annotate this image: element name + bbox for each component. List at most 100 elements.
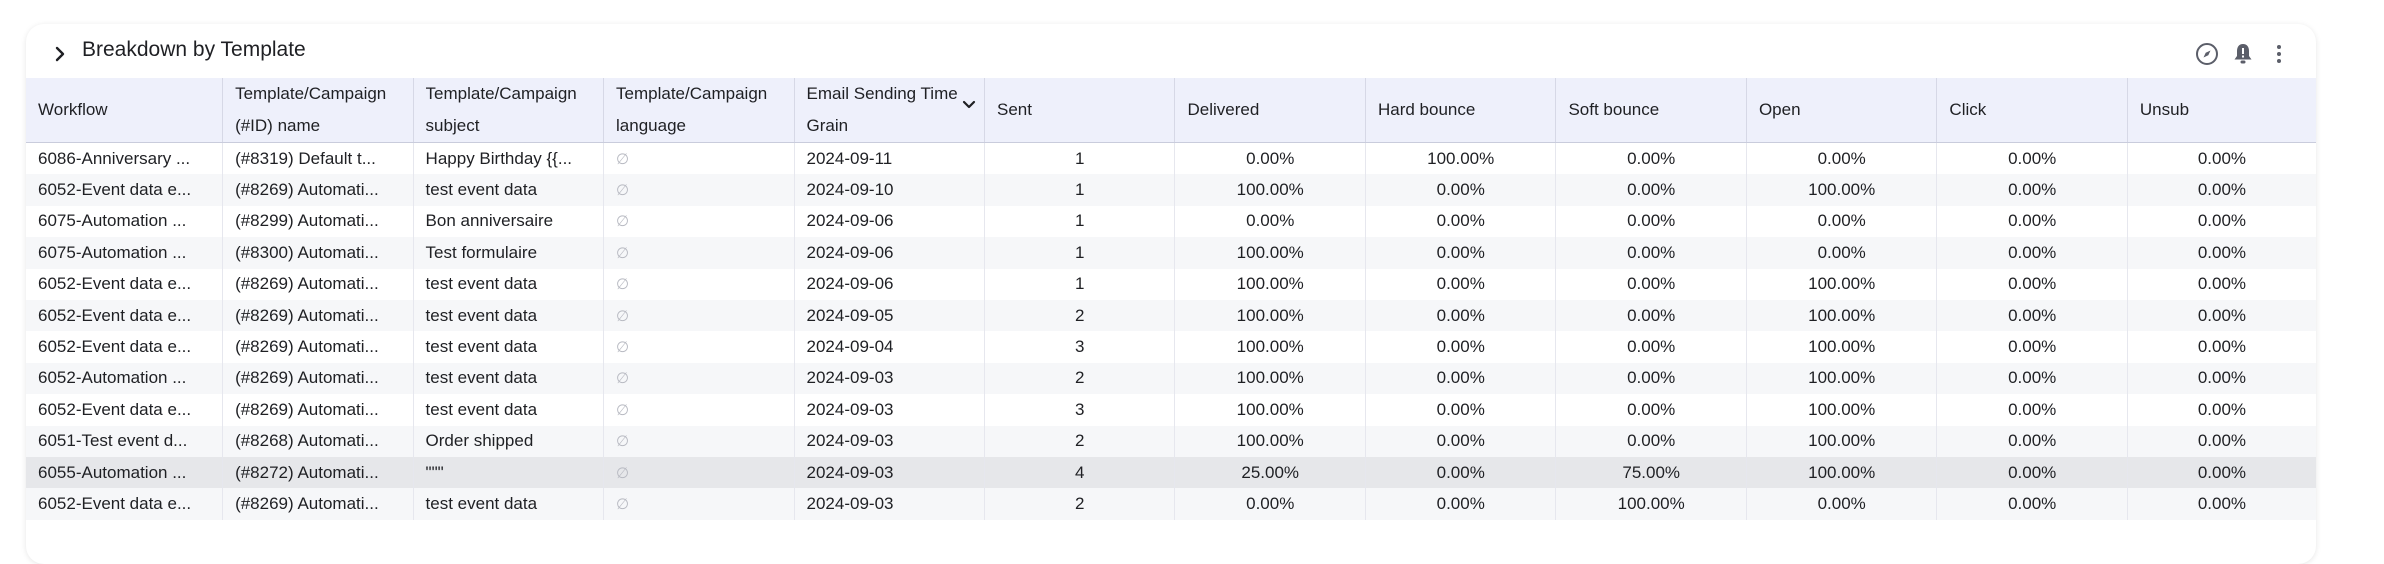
cell-delivered: 100.00% [1174, 331, 1366, 363]
cell-workflow: 6052-Event data e... [26, 331, 224, 363]
column-header-label: Hard bounce [1377, 100, 1476, 119]
panel-title: Breakdown by Template [82, 38, 306, 61]
cell-unsub: 0.00% [2127, 488, 2316, 520]
cell-hard-bounce: 0.00% [1365, 299, 1557, 332]
table-row[interactable]: 6051-Test event d... (#8268) Automati... O… [26, 425, 2316, 457]
cell-soft-bounce: 0.00% [1555, 394, 1747, 426]
cell-template-subject: Bon anniversaire [413, 205, 605, 238]
cell-template-name: (#8269) Automati... [222, 268, 414, 300]
cell-unsub: 0.00% [2127, 237, 2316, 269]
cell-template-name: (#8269) Automati... [222, 174, 414, 206]
table-row[interactable]: 6052-Event data e... (#8269) Automati... t… [26, 488, 2316, 520]
cell-template-language: ∅ [603, 331, 795, 363]
cell-click: 0.00% [1936, 488, 2128, 520]
table-row[interactable]: 6052-Event data e... (#8269) Automati... t… [26, 299, 2316, 332]
cell-email-sending-time-grain: 2024-09-03 [794, 456, 986, 489]
panel-header: Breakdown by Template [26, 24, 2316, 78]
cell-click: 0.00% [1936, 205, 2128, 238]
compass-icon[interactable] [2194, 41, 2220, 67]
table-row[interactable]: 6052-Event data e... (#8269) Automati... t… [26, 394, 2316, 426]
table-row[interactable]: 6086-Anniversary ... (#8319) Default t...… [26, 142, 2316, 175]
cell-delivered: 0.00% [1174, 142, 1366, 175]
cell-hard-bounce: 0.00% [1365, 456, 1557, 489]
cell-template-language: ∅ [603, 142, 795, 175]
table-row[interactable]: 6052-Event data e... (#8269) Automati... t… [26, 268, 2316, 300]
cell-template-name: (#8269) Automati... [222, 394, 414, 426]
cell-open: 0.00% [1746, 142, 1938, 175]
cell-template-language: ∅ [603, 456, 795, 489]
cell-template-subject: test event data [413, 394, 605, 426]
table-row[interactable]: 6055-Automation ... (#8272) Automati... ""… [26, 456, 2316, 489]
cell-open: 0.00% [1746, 205, 1938, 238]
cell-click: 0.00% [1936, 425, 2128, 457]
cell-click: 0.00% [1936, 268, 2128, 300]
sort-chevron-down-icon[interactable] [960, 96, 978, 114]
column-header-label: Click [1949, 100, 1987, 119]
cell-hard-bounce: 0.00% [1365, 331, 1557, 363]
cell-open: 100.00% [1746, 362, 1938, 395]
cell-delivered: 100.00% [1174, 299, 1366, 332]
cell-sent: 1 [984, 205, 1176, 238]
bell-alert-icon[interactable] [2230, 41, 2256, 67]
table-row[interactable]: 6075-Automation ... (#8299) Automati... Bo… [26, 205, 2316, 238]
cell-click: 0.00% [1936, 299, 2128, 332]
column-header-click[interactable]: Click [1936, 78, 2128, 143]
table-row[interactable]: 6052-Automation ... (#8269) Automati... te… [26, 362, 2316, 395]
table-row[interactable]: 6075-Automation ... (#8300) Automati... Te… [26, 237, 2316, 269]
cell-template-language: ∅ [603, 394, 795, 426]
cell-delivered: 25.00% [1174, 456, 1366, 489]
cell-workflow: 6055-Automation ... [26, 456, 224, 489]
table-body: 6086-Anniversary ... (#8319) Default t...… [26, 142, 2316, 520]
cell-sent: 2 [984, 425, 1176, 457]
cell-template-subject: test event data [413, 331, 605, 363]
column-header-label: Template/Campaign [235, 84, 387, 103]
table-row[interactable]: 6052-Event data e... (#8269) Automati... t… [26, 331, 2316, 363]
column-header-label: Delivered [1187, 100, 1260, 119]
cell-template-language: ∅ [603, 488, 795, 520]
cell-template-language: ∅ [603, 205, 795, 238]
column-header-email-sending-time-grain[interactable]: Email Sending Time Grain [794, 78, 986, 143]
cell-template-name: (#8269) Automati... [222, 299, 414, 332]
cell-unsub: 0.00% [2127, 456, 2316, 489]
cell-hard-bounce: 0.00% [1365, 394, 1557, 426]
cell-open: 0.00% [1746, 488, 1938, 520]
column-header-hard-bounce[interactable]: Hard bounce [1365, 78, 1557, 143]
cell-template-language: ∅ [603, 299, 795, 332]
column-header-open[interactable]: Open [1746, 78, 1938, 143]
cell-template-name: (#8268) Automati... [222, 425, 414, 457]
cell-workflow: 6075-Automation ... [26, 237, 224, 269]
cell-hard-bounce: 0.00% [1365, 237, 1557, 269]
column-header-template-name[interactable]: Template/Campaign (#ID) name [222, 78, 414, 143]
table-row[interactable]: 6052-Event data e... (#8269) Automati... t… [26, 174, 2316, 206]
breakdown-panel: Breakdown by Template Workflow Template/C… [26, 24, 2316, 564]
chevron-right-icon[interactable] [48, 42, 72, 66]
column-header-workflow[interactable]: Workflow [26, 78, 224, 143]
cell-open: 100.00% [1746, 299, 1938, 332]
column-header-template-subject[interactable]: Template/Campaign subject [413, 78, 605, 143]
cell-sent: 2 [984, 299, 1176, 332]
cell-email-sending-time-grain: 2024-09-11 [794, 142, 986, 175]
cell-open: 100.00% [1746, 394, 1938, 426]
column-header-soft-bounce[interactable]: Soft bounce [1555, 78, 1747, 143]
column-header-delivered[interactable]: Delivered [1174, 78, 1366, 143]
cell-sent: 1 [984, 142, 1176, 175]
cell-template-language: ∅ [603, 174, 795, 206]
cell-template-language: ∅ [603, 237, 795, 269]
cell-workflow: 6052-Event data e... [26, 268, 224, 300]
column-header-template-language[interactable]: Template/Campaign language [603, 78, 795, 143]
cell-email-sending-time-grain: 2024-09-03 [794, 488, 986, 520]
cell-soft-bounce: 75.00% [1555, 456, 1747, 489]
cell-soft-bounce: 0.00% [1555, 331, 1747, 363]
cell-soft-bounce: 0.00% [1555, 237, 1747, 269]
column-header-sent[interactable]: Sent [984, 78, 1176, 143]
more-vertical-icon[interactable] [2266, 41, 2292, 67]
cell-unsub: 0.00% [2197, 148, 2247, 168]
column-header-label: Template/Campaign [616, 84, 768, 103]
cell-template-subject: Test formulaire [413, 237, 605, 269]
cell-template-subject: Happy Birthday {{... [413, 142, 605, 175]
column-header-label: (#ID) name [235, 116, 321, 135]
cell-soft-bounce: 0.00% [1555, 142, 1747, 175]
cell-template-subject: test event data [413, 299, 605, 332]
cell-click: 0.00% [1936, 142, 2128, 175]
column-header-unsub[interactable]: Unsub [2127, 78, 2316, 143]
